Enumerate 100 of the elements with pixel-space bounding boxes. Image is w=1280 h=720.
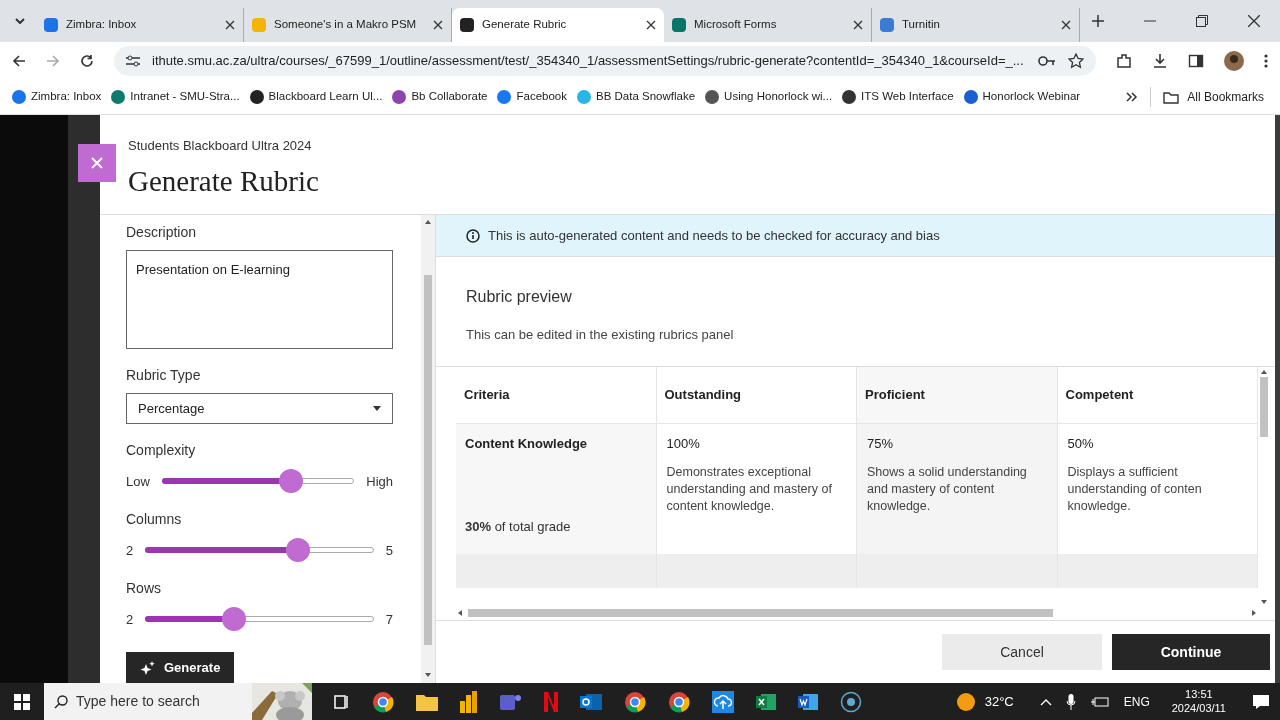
clock[interactable]: 13:51 2024/03/11 — [1171, 687, 1226, 716]
bookmark-link[interactable]: Blackboard Learn Ul... — [249, 88, 383, 106]
all-bookmarks-button[interactable]: All Bookmarks — [1163, 88, 1264, 106]
close-tab-icon[interactable] — [1061, 20, 1071, 30]
criterion-name: Content Knowledge — [465, 435, 589, 453]
battery-icon[interactable] — [1089, 695, 1110, 708]
slider-thumb[interactable] — [286, 538, 311, 563]
cancel-button[interactable]: Cancel — [942, 634, 1102, 670]
task-view-icon[interactable] — [334, 694, 350, 709]
close-tab-icon[interactable] — [225, 20, 235, 30]
slider-thumb[interactable] — [222, 607, 247, 632]
back-icon[interactable] — [12, 54, 26, 68]
key-icon[interactable] — [1038, 56, 1056, 66]
address-bar[interactable]: ithute.smu.ac.za/ultra/courses/_67599_1/outline/assessment/test/_354340_1/assessmentSettings/rubric-generate?contentId=_354340_1&courseId=_... — [114, 46, 1096, 76]
slider-label: Rows — [126, 579, 162, 599]
windows-start-icon[interactable] — [14, 693, 30, 710]
scrollbar[interactable] — [421, 215, 435, 683]
bookmark-link[interactable]: ITS Web Interface — [842, 88, 954, 106]
slider-min-label: Low — [126, 472, 150, 491]
criterion-weight: 30% of total grade — [465, 517, 572, 536]
level-description: Shows a solid understanding and mastery of content knowledge. — [867, 463, 1028, 515]
bookmark-link[interactable]: Zimbra: Inbox — [12, 88, 102, 106]
slider-label: Complexity — [126, 441, 197, 461]
level-percent: 100% — [666, 435, 701, 453]
bookmark-link[interactable]: Bb Collaborate — [392, 88, 488, 106]
course-name: Students Blackboard Ultra 2024 — [128, 137, 313, 155]
slider-max-label: 7 — [385, 610, 393, 629]
level-percent: 75% — [867, 435, 895, 453]
slider-max-label: High — [366, 472, 393, 491]
info-banner: This is auto-generated content and needs to be checked for accuracy and bias — [436, 215, 1275, 257]
side-panel-icon[interactable] — [1188, 53, 1204, 69]
modal-title: Generate Rubric — [128, 163, 320, 199]
slider-thumb[interactable] — [278, 469, 303, 494]
site-settings-icon[interactable] — [126, 55, 140, 67]
restore-icon[interactable] — [1196, 15, 1208, 27]
field-label: Rubric Type — [126, 365, 202, 385]
bookmark-link[interactable]: Intranet - SMU-Stra... — [111, 88, 240, 106]
close-tab-icon[interactable] — [646, 20, 656, 30]
generate-button[interactable]: Generate — [126, 652, 235, 683]
url-text: ithute.smu.ac.za/ultra/courses/_67599_1/outline/assessment/test/_354340_1/assessmentSettings/rubric-generate?contentId=_354340_1&courseId=_... — [152, 52, 1025, 71]
bookmark-link[interactable]: Honorlock Webinar — [963, 88, 1081, 106]
chevron-down-icon — [15, 18, 25, 24]
taskbar-search-field[interactable]: Type here to search — [44, 683, 312, 720]
close-button[interactable] — [78, 144, 116, 182]
star-icon[interactable] — [1068, 53, 1084, 69]
cloud-upload-icon[interactable] — [712, 690, 734, 713]
close-icon[interactable] — [1248, 15, 1260, 27]
level-description: Demonstrates exceptional understanding and mastery of content knowledge. — [666, 463, 833, 515]
chevron-up-icon[interactable] — [1039, 697, 1052, 706]
microphone-icon[interactable] — [1065, 693, 1076, 710]
slider[interactable] — [145, 607, 374, 632]
notification-icon[interactable] — [1252, 693, 1270, 710]
column-header: Outstanding — [656, 367, 857, 424]
level-percent: 50% — [1067, 435, 1095, 453]
slider-min-label: 2 — [126, 610, 134, 629]
close-tab-icon[interactable] — [853, 20, 863, 30]
new-tab-icon[interactable] — [1092, 15, 1104, 27]
folder-icon[interactable] — [416, 692, 438, 711]
sun-icon — [956, 692, 975, 711]
field-label: Description — [126, 223, 198, 242]
browser-tab[interactable]: Generate Rubric — [452, 8, 664, 42]
slider-min-label: 2 — [126, 541, 134, 560]
section-subtitle: This can be edited in the existing rubrics panel — [466, 326, 735, 344]
close-icon — [91, 157, 103, 169]
slider-max-label: 5 — [385, 541, 393, 560]
caret-icon — [373, 405, 381, 411]
extensions-icon[interactable] — [1116, 53, 1132, 69]
slider[interactable] — [161, 469, 355, 494]
profile-avatar-icon[interactable] — [1224, 51, 1244, 71]
info-icon — [466, 228, 480, 243]
slider-label: Columns — [126, 510, 183, 530]
bookmark-link[interactable]: Using Honorlock wi... — [705, 88, 833, 106]
scroll-left-icon[interactable] — [456, 609, 464, 617]
level-description: Displays a sufficient understanding of conten knowledge. — [1067, 463, 1203, 515]
menu-icon[interactable] — [1264, 54, 1268, 68]
bar-chart-icon[interactable] — [460, 690, 478, 713]
sparkle-icon — [140, 659, 156, 676]
search-icon — [54, 694, 68, 709]
continue-button[interactable]: Continue — [1112, 634, 1270, 670]
scroll-right-icon[interactable] — [1250, 609, 1258, 617]
close-tab-icon[interactable] — [433, 20, 443, 30]
scrollbar-thumb[interactable] — [424, 275, 432, 645]
folder-icon — [1163, 90, 1180, 104]
description-field[interactable]: Presentation on E-learning — [126, 250, 393, 349]
slider[interactable] — [145, 538, 374, 563]
download-icon[interactable] — [1152, 53, 1168, 69]
scroll-down-icon[interactable] — [1260, 598, 1268, 606]
scroll-down-icon[interactable] — [424, 671, 432, 679]
rubric-type-dropdown[interactable]: Percentage — [126, 392, 393, 425]
scrollbar-thumb[interactable] — [468, 609, 1053, 617]
section-title: Rubric preview — [466, 287, 573, 307]
bookmark-link[interactable]: BB Data Snowflake — [577, 88, 696, 106]
record-icon[interactable] — [840, 690, 862, 713]
language-indicator[interactable]: ENG — [1123, 692, 1150, 711]
scrollbar-thumb[interactable] — [1260, 377, 1268, 437]
column-header: Criteria — [456, 367, 657, 424]
reload-icon[interactable] — [80, 54, 94, 68]
more-bookmarks-icon[interactable] — [1126, 92, 1139, 102]
column-header: Proficient — [857, 367, 1058, 424]
bookmark-link[interactable]: Facebook — [497, 88, 567, 106]
